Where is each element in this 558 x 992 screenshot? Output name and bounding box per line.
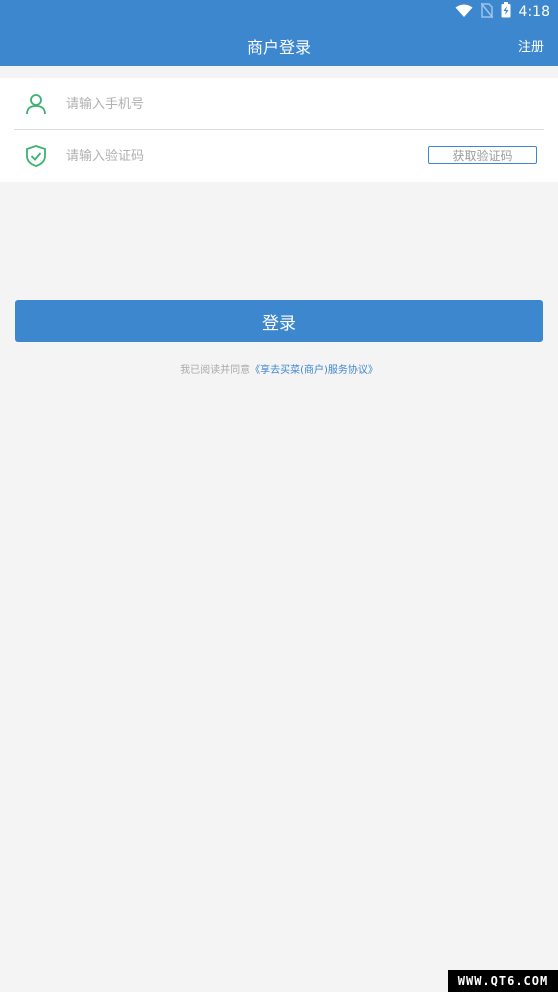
shield-check-icon: [24, 144, 48, 168]
login-button[interactable]: 登录: [15, 300, 543, 342]
status-time: 4:18: [518, 4, 550, 20]
no-sim-icon: [479, 2, 494, 22]
register-button[interactable]: 注册: [518, 36, 544, 55]
agreement-text: 我已阅读并同意《享去买菜(商户)服务协议》: [0, 361, 558, 376]
status-icons: 4:18: [455, 2, 550, 22]
battery-charging-icon: [501, 2, 511, 22]
watermark: WWW.QT6.COM: [448, 970, 558, 992]
user-icon: [24, 92, 48, 116]
get-code-button[interactable]: 获取验证码: [428, 146, 537, 164]
page-title: 商户登录: [246, 38, 311, 57]
phone-input[interactable]: [66, 92, 406, 116]
wifi-icon: [455, 3, 473, 22]
status-bar: 4:18: [0, 0, 558, 24]
login-screen: 4:18 商户登录 注册 获取验: [0, 0, 558, 992]
agreement-prefix: 我已阅读并同意: [180, 365, 251, 376]
login-form: 获取验证码: [0, 78, 558, 182]
code-row: 获取验证码: [0, 130, 558, 182]
verification-code-input[interactable]: [66, 144, 406, 168]
phone-row: [0, 78, 558, 130]
agreement-link[interactable]: 《享去买菜(商户)服务协议》: [250, 365, 378, 376]
header: 商户登录 注册: [0, 24, 558, 66]
